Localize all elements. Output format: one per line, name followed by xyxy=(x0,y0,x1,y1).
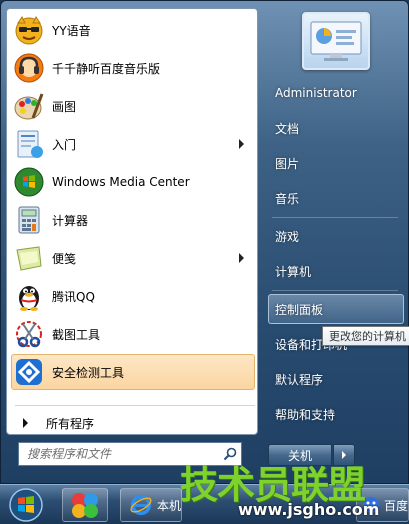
getting-started-icon xyxy=(12,127,46,161)
program-ttplayer[interactable]: 千千静听百度音乐版 xyxy=(11,50,255,86)
ie-icon xyxy=(130,494,152,516)
program-media-center[interactable]: Windows Media Center xyxy=(11,164,255,200)
right-item-music[interactable]: 音乐 xyxy=(268,183,404,213)
right-item-default-programs[interactable]: 默认程序 xyxy=(268,364,404,394)
snipping-tool-icon xyxy=(12,317,46,351)
program-label: 便笺 xyxy=(52,251,77,266)
divider xyxy=(15,405,255,406)
right-item-games[interactable]: 游戏 xyxy=(268,221,404,251)
program-label: 千千静听百度音乐版 xyxy=(52,61,161,76)
calculator-icon xyxy=(12,203,46,237)
shutdown-button[interactable]: 关机 xyxy=(268,444,332,466)
baidu-icon xyxy=(362,497,379,513)
right-item-label: 帮助和支持 xyxy=(275,407,336,422)
search-box[interactable] xyxy=(18,442,242,466)
sticky-notes-icon xyxy=(12,241,46,275)
divider xyxy=(272,290,398,291)
right-item-help-support[interactable]: 帮助和支持 xyxy=(268,399,404,429)
all-programs-label: 所有程序 xyxy=(46,416,95,431)
taskbar-button-label: 本机 xyxy=(156,498,181,513)
shutdown-options-button[interactable] xyxy=(333,444,355,466)
security-check-icon xyxy=(12,355,46,389)
program-qq[interactable]: 腾讯QQ xyxy=(11,278,255,314)
program-label: 截图工具 xyxy=(52,327,101,342)
start-button[interactable] xyxy=(6,487,46,523)
right-item-pictures[interactable]: 图片 xyxy=(268,148,404,178)
program-snipping-tool[interactable]: 截图工具 xyxy=(11,316,255,352)
taskbar-button-baidu[interactable]: 百度 xyxy=(356,488,409,522)
search-icon[interactable] xyxy=(219,444,241,464)
user-picture[interactable] xyxy=(302,12,370,70)
program-sticky-notes[interactable]: 便笺 xyxy=(11,240,255,276)
user-name-link[interactable]: Administrator xyxy=(268,78,404,108)
right-item-label: 控制面板 xyxy=(275,302,324,317)
right-item-label: 文档 xyxy=(275,121,300,136)
taskbar-button-label: 百度 xyxy=(383,498,408,513)
arrow-right-icon xyxy=(23,418,28,428)
program-paint[interactable]: 画图 xyxy=(11,88,255,124)
submenu-arrow-icon xyxy=(239,253,244,263)
program-label: Windows Media Center xyxy=(52,175,190,189)
right-item-control-panel[interactable]: 控制面板 xyxy=(268,294,404,324)
search-input[interactable] xyxy=(19,444,219,464)
yy-voice-icon xyxy=(12,13,46,47)
divider xyxy=(272,217,398,218)
right-item-computer[interactable]: 计算机 xyxy=(268,256,404,286)
program-security-check[interactable]: 安全检测工具 xyxy=(11,354,255,390)
qq-penguin-icon xyxy=(12,279,46,313)
right-item-label: 游戏 xyxy=(275,229,300,244)
program-getting-started[interactable]: 入门 xyxy=(11,126,255,162)
media-center-icon xyxy=(12,165,46,199)
submenu-arrow-icon xyxy=(239,139,244,149)
paint-icon xyxy=(12,89,46,123)
all-programs-button[interactable]: 所有程序 xyxy=(11,408,255,438)
colorful-app-icon xyxy=(72,493,98,518)
right-item-label: 音乐 xyxy=(275,191,300,206)
program-label: 入门 xyxy=(52,137,77,152)
program-label: 计算器 xyxy=(52,213,89,228)
program-label: 腾讯QQ xyxy=(52,289,95,304)
program-calculator[interactable]: 计算器 xyxy=(11,202,255,238)
program-label: 安全检测工具 xyxy=(52,365,125,380)
program-label: YY语音 xyxy=(52,23,91,38)
program-label: 画图 xyxy=(52,99,77,114)
program-yy-voice[interactable]: YY语音 xyxy=(11,12,255,48)
taskbar-button-ie[interactable]: 本机 xyxy=(120,488,182,522)
taskbar-pinned-app[interactable] xyxy=(62,488,108,522)
tooltip-text: 更改您的计算机 xyxy=(329,330,406,343)
right-item-label: 图片 xyxy=(275,156,300,171)
ttplayer-icon xyxy=(12,51,46,85)
user-name: Administrator xyxy=(275,86,357,100)
windows-orb-icon xyxy=(9,488,43,522)
programs-pane: YY语音 千千静听百度音乐版 画图 入门 Windows Media Cente… xyxy=(6,8,258,435)
shutdown-label: 关机 xyxy=(287,448,312,463)
right-item-documents[interactable]: 文档 xyxy=(268,113,404,143)
arrow-right-icon xyxy=(342,451,346,459)
right-item-label: 默认程序 xyxy=(275,372,324,387)
user-avatar-icon xyxy=(310,21,362,61)
tooltip: 更改您的计算机 xyxy=(322,326,409,346)
right-item-label: 计算机 xyxy=(275,264,312,279)
